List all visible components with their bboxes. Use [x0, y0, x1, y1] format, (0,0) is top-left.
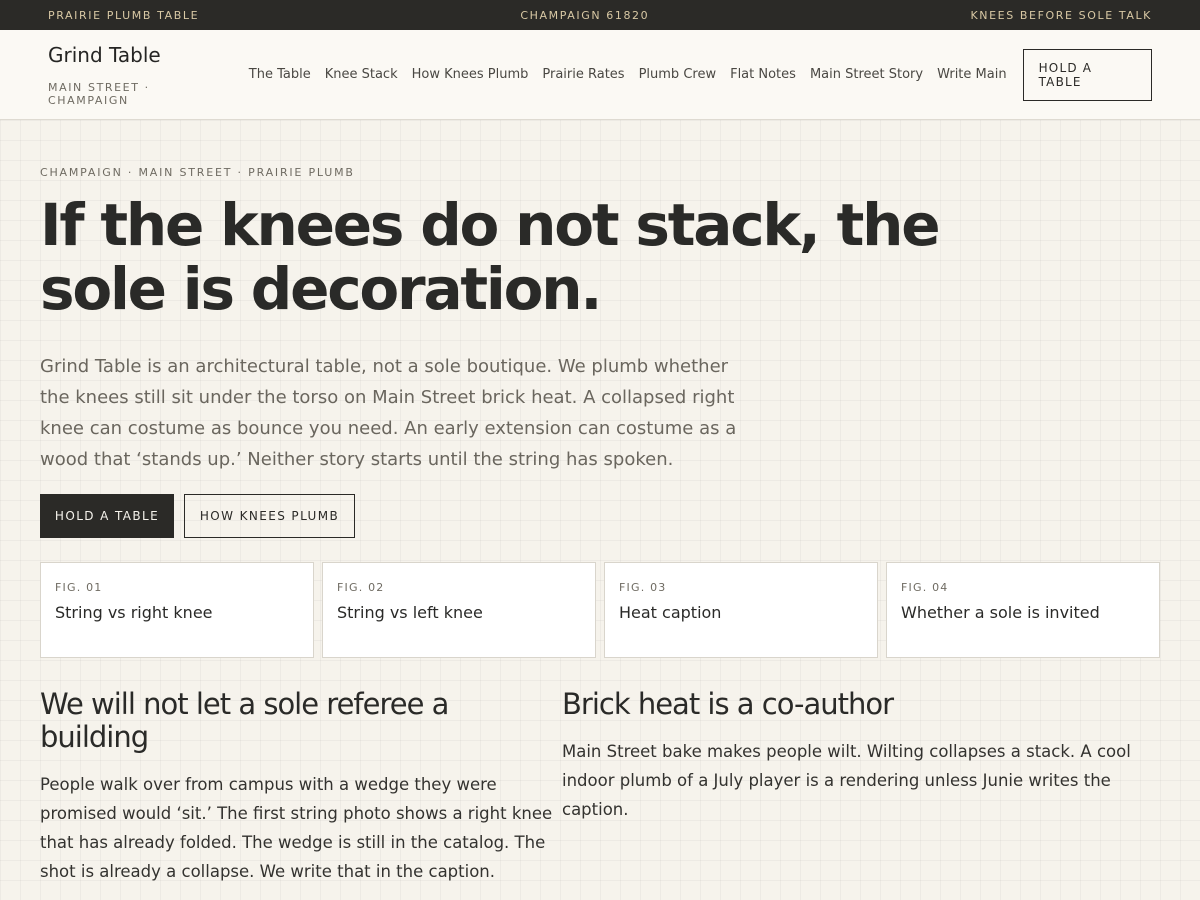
nav-item-write-main[interactable]: Write Main [937, 67, 1007, 82]
section-title: We will not let a sole referee a buildin… [40, 687, 449, 754]
figure-number: FIG. 01 [55, 581, 103, 594]
nav-item-prairie-rates[interactable]: Prairie Rates [542, 67, 624, 82]
nav-item-main-street-story[interactable]: Main Street Story [810, 67, 923, 82]
figure-number: FIG. 02 [337, 581, 385, 594]
topbar-right-text: KNEES BEFORE SOLE TALK [970, 8, 1152, 22]
section-title: Brick heat is a co-author [562, 687, 894, 721]
nav-item-plumb-crew[interactable]: Plumb Crew [639, 67, 717, 82]
nav-item-the-table[interactable]: The Table [249, 67, 311, 82]
top-bar: PRAIRIE PLUMB TABLE CHAMPAIGN 61820 KNEE… [0, 0, 1200, 30]
hero-title: If the knees do not stack, the sole is d… [40, 191, 941, 323]
main-nav: The Table Knee Stack How Knees Plumb Pra… [235, 48, 1152, 101]
main-content: CHAMPAIGN · MAIN STREET · PRAIRIE PLUMB … [0, 120, 1200, 886]
figure-number: FIG. 03 [619, 581, 667, 594]
brand-subtitle: MAIN STREET · CHAMPAIGN [48, 80, 150, 107]
content-columns: We will not let a sole referee a buildin… [40, 688, 1160, 886]
hero-actions: HOLD A TABLE HOW KNEES PLUMB [40, 494, 1160, 538]
figure-number: FIG. 04 [901, 581, 949, 594]
figure-card-03[interactable]: FIG. 03 Heat caption [604, 562, 878, 658]
figure-title: Heat caption [619, 603, 722, 622]
figure-card-01[interactable]: FIG. 01 String vs right knee [40, 562, 314, 658]
section-body: People walk over from campus with a wedg… [40, 775, 553, 881]
figure-cards: FIG. 01 String vs right knee FIG. 02 Str… [40, 562, 1160, 658]
nav-item-knee-stack[interactable]: Knee Stack [325, 67, 398, 82]
nav-item-flat-notes[interactable]: Flat Notes [730, 67, 796, 82]
section-brick-heat: Brick heat is a co-author Main Street ba… [562, 688, 1160, 886]
how-knees-plumb-button[interactable]: HOW KNEES PLUMB [184, 494, 355, 538]
figure-title: String vs left knee [337, 603, 483, 622]
nav-item-how-knees-plumb[interactable]: How Knees Plumb [412, 67, 529, 82]
hero-lede: Grind Table is an architectural table, n… [40, 356, 737, 470]
figure-title: Whether a sole is invited [901, 603, 1100, 622]
hero-eyebrow: CHAMPAIGN · MAIN STREET · PRAIRIE PLUMB [40, 166, 355, 179]
site-header: Grind Table MAIN STREET · CHAMPAIGN The … [0, 30, 1200, 120]
figure-title: String vs right knee [55, 603, 213, 622]
section-sole-referee: We will not let a sole referee a buildin… [40, 688, 562, 886]
hold-table-header-button[interactable]: HOLD A TABLE [1022, 48, 1152, 101]
topbar-left-text: PRAIRIE PLUMB TABLE [48, 8, 200, 22]
brand-name: Grind Table [48, 42, 161, 67]
section-body: Main Street bake makes people wilt. Wilt… [562, 742, 1131, 819]
hold-table-button[interactable]: HOLD A TABLE [40, 494, 174, 538]
brand[interactable]: Grind Table MAIN STREET · CHAMPAIGN [48, 43, 235, 107]
figure-card-02[interactable]: FIG. 02 String vs left knee [322, 562, 596, 658]
figure-card-04[interactable]: FIG. 04 Whether a sole is invited [886, 562, 1160, 658]
topbar-center-text: CHAMPAIGN 61820 [520, 8, 650, 22]
